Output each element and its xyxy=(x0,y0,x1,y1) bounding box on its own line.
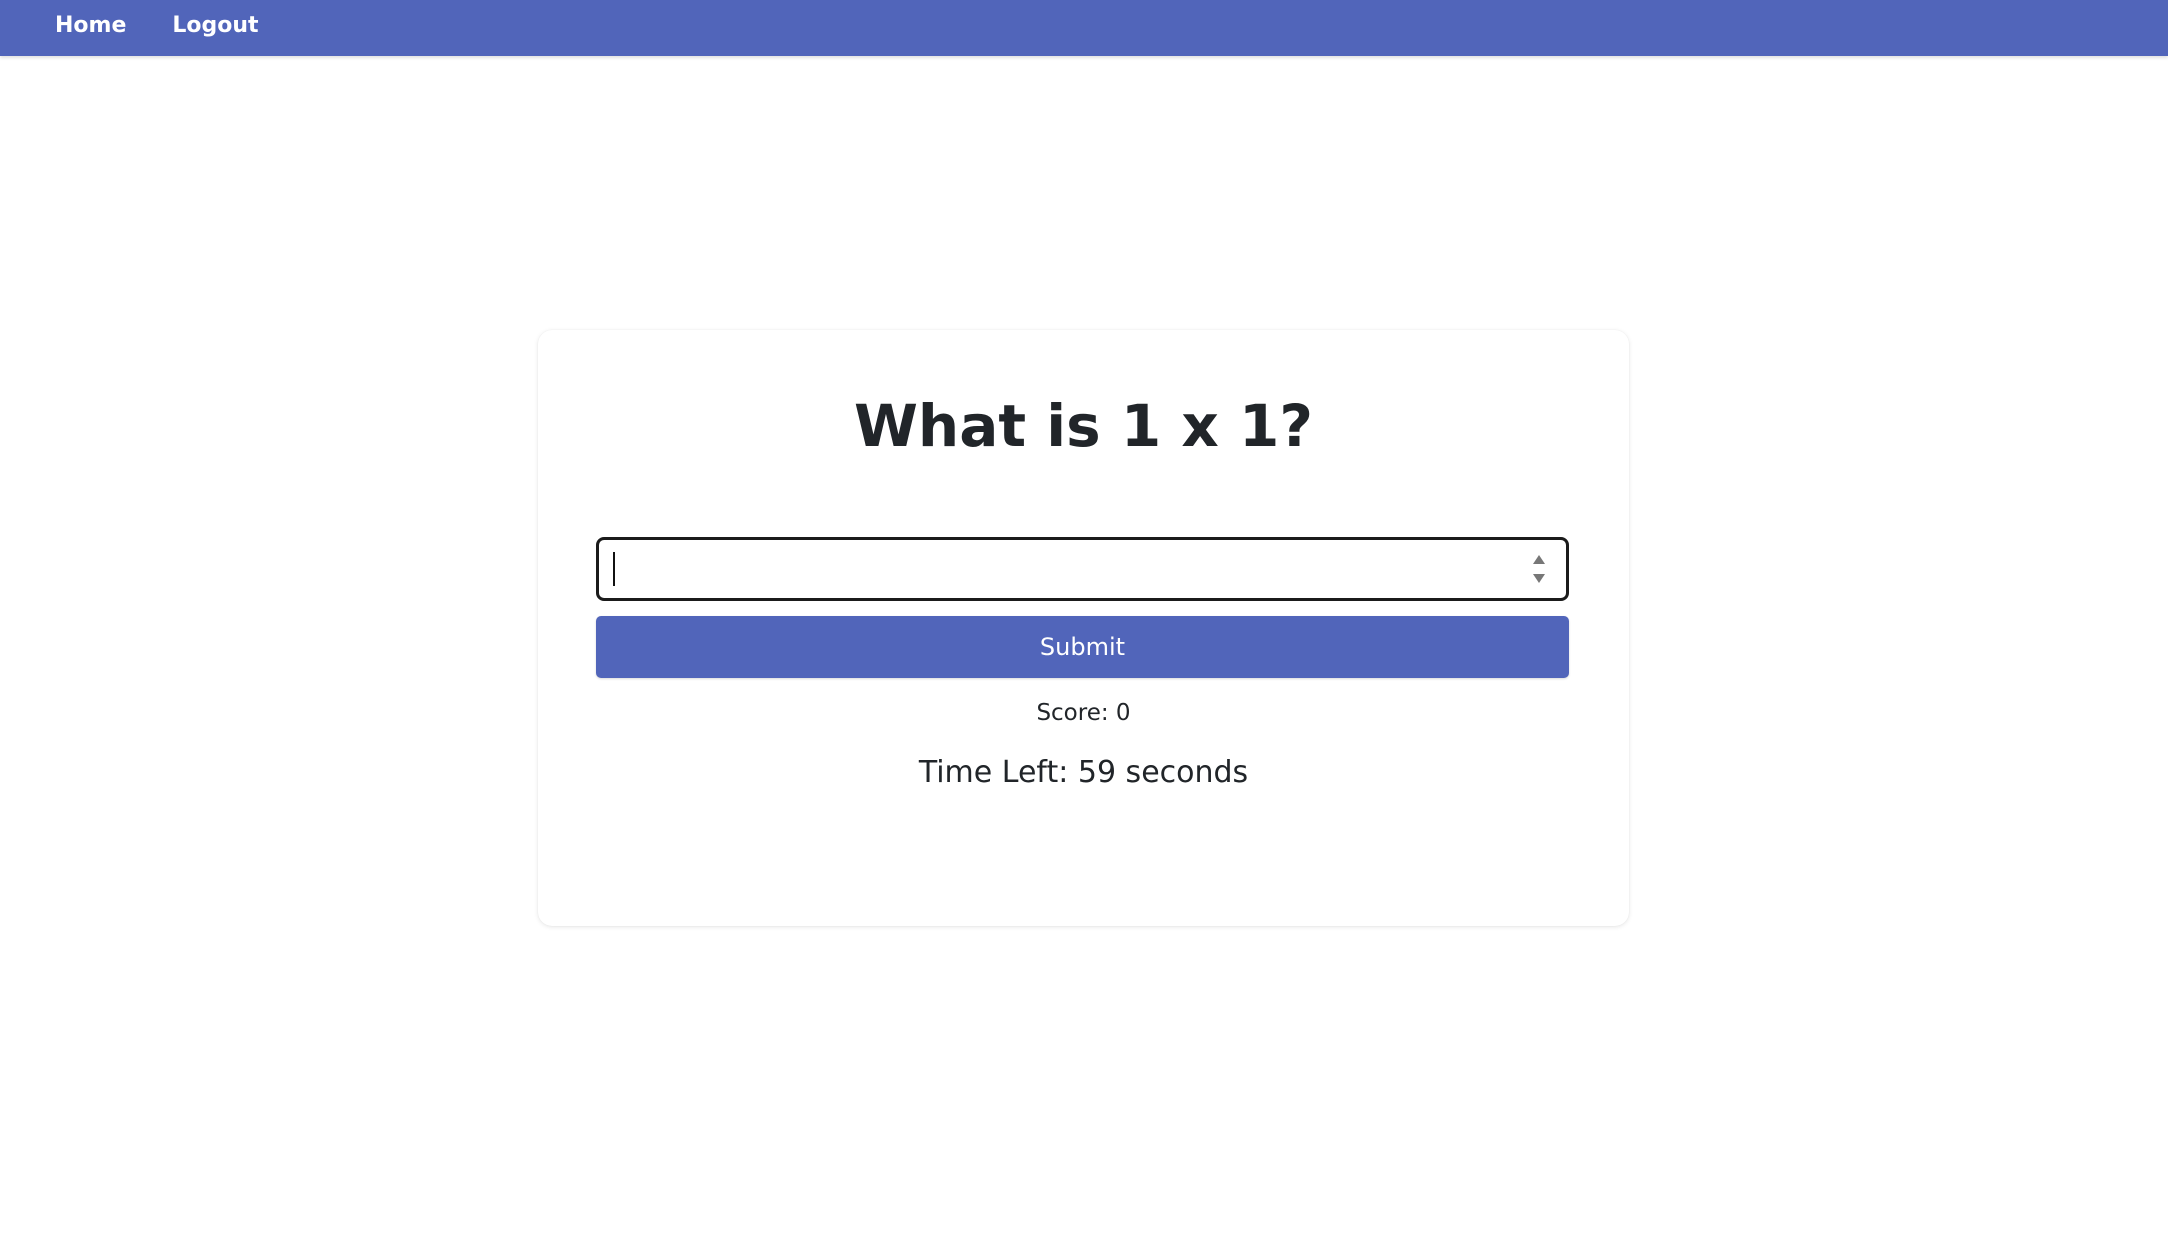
text-cursor xyxy=(613,552,615,586)
submit-button[interactable]: Submit xyxy=(596,616,1569,678)
answer-number-input[interactable] xyxy=(596,537,1569,601)
nav-home-link[interactable]: Home xyxy=(55,15,126,37)
score-text: Score: 0 xyxy=(1036,700,1131,726)
spinner-down-icon[interactable] xyxy=(1533,574,1545,583)
nav-logout-link[interactable]: Logout xyxy=(172,15,258,37)
quiz-card: What is 1 x 1? Submit Score: 0 Time Left… xyxy=(538,330,1629,926)
spinner-up-icon[interactable] xyxy=(1533,555,1545,564)
question-heading: What is 1 x 1? xyxy=(853,392,1314,460)
time-left-text: Time Left: 59 seconds xyxy=(918,755,1249,790)
number-spinner[interactable] xyxy=(1530,552,1548,586)
top-navbar: Home Logout xyxy=(0,0,2168,56)
